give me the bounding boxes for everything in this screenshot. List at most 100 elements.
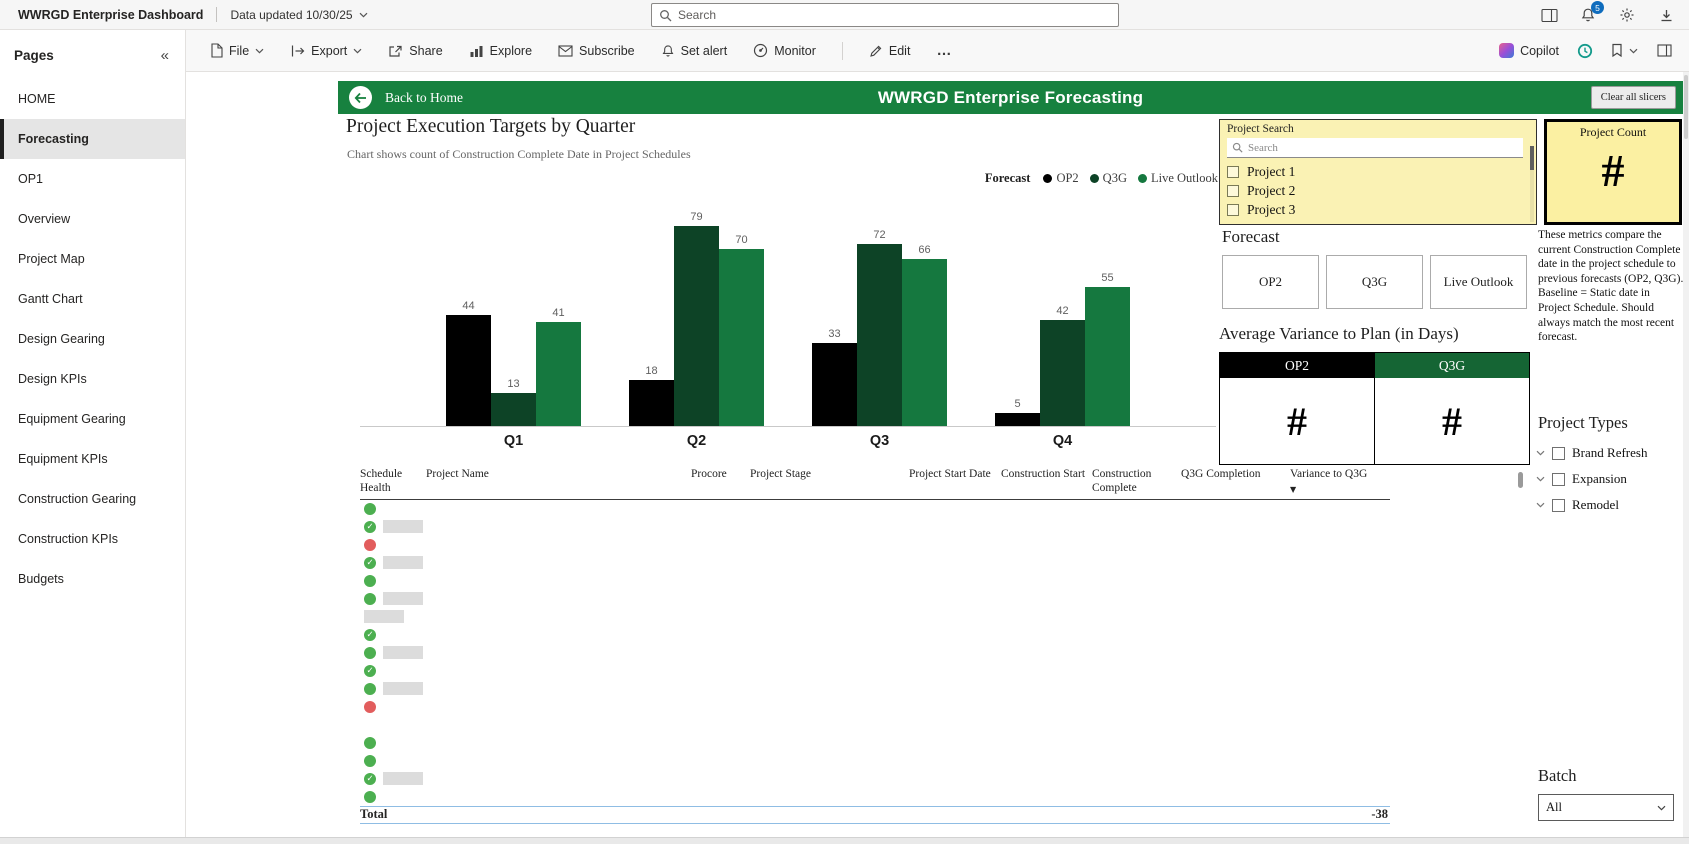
sidebar-item-overview[interactable]: Overview [0, 199, 185, 239]
data-updated-menu[interactable]: Data updated 10/30/25 [230, 8, 367, 22]
table-row[interactable] [360, 680, 1390, 698]
table-row[interactable]: ✓ [360, 554, 1390, 572]
global-search-input[interactable]: Search [651, 3, 1119, 27]
bar-live-outlook-q1[interactable]: 41 [536, 307, 581, 426]
table-row[interactable]: ✓ [360, 518, 1390, 536]
back-to-home-label[interactable]: Back to Home [385, 90, 463, 106]
page-scrollbar[interactable] [1683, 72, 1689, 844]
copilot-button[interactable]: Copilot [1499, 43, 1559, 58]
bar-live-outlook-q3[interactable]: 66 [902, 244, 947, 426]
column-header-construction-complete[interactable]: Construction Complete [1092, 468, 1181, 496]
checkbox-icon[interactable] [1227, 203, 1239, 216]
notifications-button[interactable]: 5 [1579, 1, 1604, 24]
sidebar-item-construction-kpis[interactable]: Construction KPIs [0, 519, 185, 559]
share-button[interactable]: Share [388, 44, 443, 58]
edit-button[interactable]: Edit [869, 44, 910, 58]
project-search-item-project-1[interactable]: Project 1 [1227, 162, 1529, 181]
table-scrollbar-thumb[interactable] [1518, 472, 1523, 488]
sidebar-item-design-kpis[interactable]: Design KPIs [0, 359, 185, 399]
table-row[interactable]: ✓ [360, 770, 1390, 788]
legend-item-q3g[interactable]: Q3G [1089, 171, 1127, 186]
checkbox-icon[interactable] [1552, 472, 1565, 486]
view-pane-button[interactable] [1655, 42, 1673, 60]
side-pane-toggle-button[interactable] [1540, 6, 1558, 24]
legend-item-live-outlook[interactable]: Live Outlook [1137, 171, 1218, 186]
slicer-scrollbar[interactable] [1530, 146, 1534, 222]
table-row[interactable] [360, 788, 1390, 806]
bar-q3g-q4[interactable]: 42 [1040, 305, 1085, 426]
export-menu-button[interactable]: Export [290, 44, 362, 58]
column-header-variance-to-q3g[interactable]: Variance to Q3G ▼ [1290, 468, 1390, 496]
sidebar-item-construction-gearing[interactable]: Construction Gearing [0, 479, 185, 519]
project-search-item-project-3[interactable]: Project 3 [1227, 200, 1529, 219]
chevron-down-icon[interactable] [1536, 476, 1545, 482]
checkbox-icon[interactable] [1552, 498, 1565, 512]
project-type-item-brand-refresh[interactable]: Brand Refresh [1536, 440, 1647, 466]
column-header-project-start-date[interactable]: Project Start Date [909, 468, 1001, 496]
bar-q3g-q2[interactable]: 79 [674, 211, 719, 426]
sidebar-item-gantt-chart[interactable]: Gantt Chart [0, 279, 185, 319]
bookmarks-button[interactable] [1611, 43, 1638, 58]
sidebar-item-forecasting[interactable]: Forecasting [0, 119, 185, 159]
bar-op2-q4[interactable]: 5 [995, 398, 1040, 426]
checkbox-icon[interactable] [1552, 446, 1565, 460]
sidebar-item-equipment-kpis[interactable]: Equipment KPIs [0, 439, 185, 479]
project-type-item-remodel[interactable]: Remodel [1536, 492, 1647, 518]
forecast-button-q3g[interactable]: Q3G [1326, 255, 1423, 309]
forecast-button-op2[interactable]: OP2 [1222, 255, 1319, 309]
page-scrollbar-thumb[interactable] [1684, 75, 1688, 139]
column-header-project-name[interactable]: Project Name [426, 468, 691, 496]
checkbox-icon[interactable] [1227, 184, 1239, 197]
more-options-button[interactable]: … [936, 42, 952, 59]
table-row[interactable] [360, 734, 1390, 752]
bar-op2-q1[interactable]: 44 [446, 300, 491, 426]
table-row[interactable]: ✓ [360, 626, 1390, 644]
bar-op2-q2[interactable]: 18 [629, 365, 674, 426]
bar-q3g-q1[interactable]: 13 [491, 378, 536, 426]
table-row[interactable] [360, 500, 1390, 518]
refresh-status-button[interactable] [1576, 42, 1594, 60]
column-header-q3g-completion[interactable]: Q3G Completion [1181, 468, 1290, 496]
bar-live-outlook-q4[interactable]: 55 [1085, 272, 1130, 426]
table-row[interactable] [360, 590, 1390, 608]
forecast-button-live-outlook[interactable]: Live Outlook [1430, 255, 1527, 309]
back-button[interactable] [349, 86, 372, 109]
monitor-button[interactable]: Monitor [753, 43, 816, 58]
chevron-down-icon[interactable] [1536, 450, 1545, 456]
explore-button[interactable]: Explore [469, 44, 532, 58]
bar-q3g-q3[interactable]: 72 [857, 229, 902, 426]
collapse-sidebar-button[interactable]: « [161, 47, 169, 64]
checkbox-icon[interactable] [1227, 165, 1239, 178]
file-menu-button[interactable]: File [210, 43, 264, 58]
set-alert-button[interactable]: Set alert [661, 44, 727, 58]
sidebar-item-home[interactable]: HOME [0, 79, 185, 119]
subscribe-button[interactable]: Subscribe [558, 44, 635, 58]
column-header-project-stage[interactable]: Project Stage [750, 468, 909, 496]
batch-dropdown[interactable]: All [1538, 794, 1674, 821]
project-search-input[interactable]: Search [1227, 138, 1523, 158]
sidebar-item-op1[interactable]: OP1 [0, 159, 185, 199]
chevron-down-icon[interactable] [1536, 502, 1545, 508]
table-row[interactable] [360, 698, 1390, 716]
table-row[interactable] [360, 608, 1390, 626]
table-row[interactable] [360, 536, 1390, 554]
table-row[interactable]: ✓ [360, 662, 1390, 680]
column-header-schedule-health[interactable]: Schedule Health [360, 468, 426, 496]
legend-item-op2[interactable]: OP2 [1043, 171, 1079, 186]
table-row[interactable] [360, 752, 1390, 770]
sidebar-item-equipment-gearing[interactable]: Equipment Gearing [0, 399, 185, 439]
sidebar-item-project-map[interactable]: Project Map [0, 239, 185, 279]
table-row[interactable] [360, 716, 1390, 734]
project-search-item-project-2[interactable]: Project 2 [1227, 181, 1529, 200]
settings-button[interactable] [1618, 6, 1636, 24]
table-row[interactable] [360, 572, 1390, 590]
project-type-item-expansion[interactable]: Expansion [1536, 466, 1647, 492]
column-header-construction-start[interactable]: Construction Start [1001, 468, 1092, 496]
clear-all-slicers-button[interactable]: Clear all slicers [1590, 86, 1676, 109]
sidebar-item-budgets[interactable]: Budgets [0, 559, 185, 599]
bar-op2-q3[interactable]: 33 [812, 328, 857, 426]
column-header-procore[interactable]: Procore [691, 468, 750, 496]
download-button[interactable] [1657, 6, 1675, 24]
table-row[interactable] [360, 644, 1390, 662]
sidebar-item-design-gearing[interactable]: Design Gearing [0, 319, 185, 359]
